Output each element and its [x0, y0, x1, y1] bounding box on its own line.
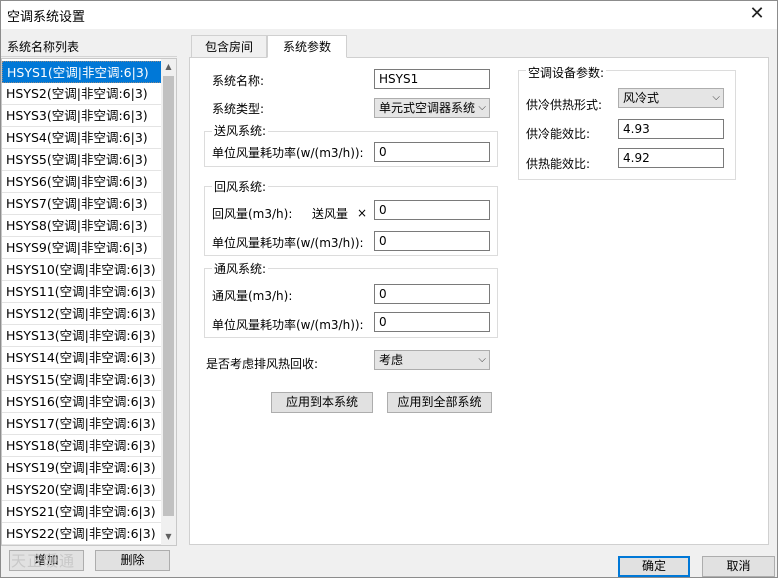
list-item[interactable]: HSYS15(空调|非空调:6|3)	[2, 369, 162, 391]
list-item[interactable]: HSYS19(空调|非空调:6|3)	[2, 457, 162, 479]
list-item[interactable]: HSYS14(空调|非空调:6|3)	[2, 347, 162, 369]
return-supply-reference-label: 送风量	[312, 207, 349, 221]
ventilation-title: 通风系统:	[212, 260, 269, 277]
return-air-title: 回风系统:	[212, 178, 269, 195]
list-item[interactable]: HSYS2(空调|非空调:6|3)	[2, 83, 162, 105]
heating-cop-label: 供热能效比:	[526, 157, 591, 171]
list-item[interactable]: HSYS21(空调|非空调:6|3)	[2, 501, 162, 523]
list-item[interactable]: HSYS6(空调|非空调:6|3)	[2, 171, 162, 193]
ok-button[interactable]: 确定	[618, 556, 690, 577]
return-fan-power-field[interactable]: 0	[374, 231, 490, 251]
heat-recovery-select[interactable]: 考虑 ⌵	[374, 350, 490, 370]
system-list[interactable]: HSYS1(空调|非空调:6|3) HSYS2(空调|非空调:6|3) HSYS3(…	[1, 58, 177, 546]
list-item[interactable]: HSYS16(空调|非空调:6|3)	[2, 391, 162, 413]
list-item[interactable]: HSYS9(空调|非空调:6|3)	[2, 237, 162, 259]
cooling-cop-field[interactable]: 4.93	[618, 119, 724, 139]
apply-to-all-systems-button[interactable]: 应用到全部系统	[387, 392, 492, 413]
system-list-header: 系统名称列表	[1, 35, 177, 57]
return-fan-power-label: 单位风量耗功率(w/(m3/h)):	[212, 236, 364, 250]
chevron-down-icon: ⌵	[712, 92, 720, 103]
scroll-thumb[interactable]	[163, 76, 174, 516]
scroll-up-arrow-icon[interactable]: ▲	[161, 59, 176, 75]
system-type-label: 系统类型:	[212, 102, 265, 116]
list-item[interactable]: HSYS18(空调|非空调:6|3)	[2, 435, 162, 457]
apply-to-this-system-button[interactable]: 应用到本系统	[271, 392, 373, 413]
ventilation-fan-power-label: 单位风量耗功率(w/(m3/h)):	[212, 318, 364, 332]
supply-fan-power-field[interactable]: 0	[374, 142, 490, 162]
equipment-params-title: 空调设备参数:	[526, 64, 607, 81]
tab-included-rooms[interactable]: 包含房间	[191, 35, 267, 58]
system-name-label: 系统名称:	[212, 74, 265, 88]
return-volume-factor-field[interactable]: 0	[374, 200, 490, 220]
cooling-cop-label: 供冷能效比:	[526, 127, 591, 141]
list-item[interactable]: HSYS5(空调|非空调:6|3)	[2, 149, 162, 171]
settings-tabs: 包含房间 系统参数 系统名称: HSYS1 系统类型: 单元式空调器系统 ⌵ 送…	[189, 35, 769, 545]
system-type-value: 单元式空调器系统	[379, 101, 476, 115]
list-item[interactable]: HSYS7(空调|非空调:6|3)	[2, 193, 162, 215]
system-type-select[interactable]: 单元式空调器系统 ⌵	[374, 98, 490, 118]
heat-recovery-label: 是否考虑排风热回收:	[206, 357, 319, 371]
scroll-down-arrow-icon[interactable]: ▼	[161, 529, 176, 545]
list-item[interactable]: HSYS17(空调|非空调:6|3)	[2, 413, 162, 435]
heating-cop-field[interactable]: 4.92	[618, 148, 724, 168]
ventilation-volume-field[interactable]: 0	[374, 284, 490, 304]
multiply-icon: ×	[357, 206, 368, 220]
return-volume-label: 回风量(m3/h):	[212, 207, 293, 221]
cancel-button[interactable]: 取消	[702, 556, 775, 577]
watermark: 天正暖通	[11, 552, 76, 570]
cooling-heating-mode-select[interactable]: 风冷式 ⌵	[618, 88, 724, 108]
list-item[interactable]: HSYS10(空调|非空调:6|3)	[2, 259, 162, 281]
list-item[interactable]: HSYS12(空调|非空调:6|3)	[2, 303, 162, 325]
air-conditioning-system-settings-dialog: 空调系统设置 ✕ 系统名称列表 HSYS1(空调|非空调:6|3) HSYS2(空…	[0, 0, 778, 578]
system-list-header-label: 系统名称列表	[7, 40, 80, 54]
tab-system-parameters[interactable]: 系统参数	[267, 35, 347, 58]
ventilation-volume-label: 通风量(m3/h):	[212, 289, 293, 303]
list-item[interactable]: HSYS20(空调|非空调:6|3)	[2, 479, 162, 501]
system-list-scrollbar[interactable]: ▲ ▼	[161, 59, 176, 545]
supply-air-title: 送风系统:	[212, 122, 269, 139]
chevron-down-icon: ⌵	[478, 102, 486, 113]
list-item[interactable]: HSYS1(空调|非空调:6|3)	[2, 61, 162, 83]
list-item[interactable]: HSYS22(空调|非空调:6|3)	[2, 523, 162, 545]
chevron-down-icon: ⌵	[478, 354, 486, 365]
list-item[interactable]: HSYS13(空调|非空调:6|3)	[2, 325, 162, 347]
list-item[interactable]: HSYS8(空调|非空调:6|3)	[2, 215, 162, 237]
cooling-heating-mode-label: 供冷供热形式:	[526, 98, 603, 112]
list-item[interactable]: HSYS3(空调|非空调:6|3)	[2, 105, 162, 127]
heat-recovery-value: 考虑	[379, 353, 404, 367]
ventilation-fan-power-field[interactable]: 0	[374, 312, 490, 332]
list-item[interactable]: HSYS11(空调|非空调:6|3)	[2, 281, 162, 303]
cooling-heating-mode-value: 风冷式	[623, 91, 660, 105]
system-name-field[interactable]: HSYS1	[374, 69, 490, 89]
window-title: 空调系统设置	[7, 10, 86, 25]
close-icon[interactable]: ✕	[737, 1, 777, 29]
list-item[interactable]: HSYS4(空调|非空调:6|3)	[2, 127, 162, 149]
supply-fan-power-label: 单位风量耗功率(w/(m3/h)):	[212, 146, 364, 160]
system-parameters-panel: 系统名称: HSYS1 系统类型: 单元式空调器系统 ⌵ 送风系统: 单位风量耗…	[189, 57, 769, 545]
title-bar: 空调系统设置 ✕	[1, 1, 777, 29]
delete-system-button[interactable]: 删除	[95, 550, 170, 571]
